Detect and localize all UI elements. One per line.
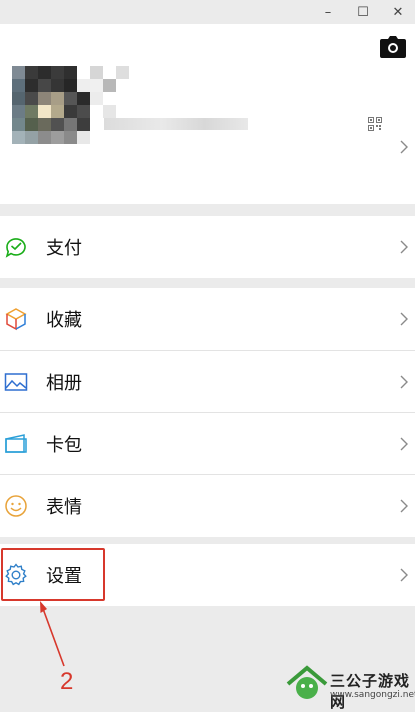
chevron-right-icon (400, 312, 408, 326)
nickname-blurred (104, 118, 248, 130)
menu-item-label: 相册 (46, 373, 82, 394)
menu-item-cards[interactable]: 卡包 (0, 413, 415, 475)
maximize-button[interactable]: ☐ (345, 0, 381, 24)
menu-item-pay[interactable]: 支付 (0, 216, 415, 278)
camera-icon[interactable] (380, 36, 406, 58)
menu-item-favorites[interactable]: 收藏 (0, 288, 415, 350)
menu-item-label: 收藏 (46, 310, 82, 331)
menu-item-label: 支付 (46, 238, 82, 259)
menu-item-label: 卡包 (46, 435, 82, 456)
minimize-button[interactable]: – (310, 0, 346, 24)
chevron-right-icon (400, 375, 408, 389)
chevron-right-icon (400, 437, 408, 451)
annotation-arrow (40, 601, 65, 667)
close-button[interactable]: ✕ (380, 0, 415, 24)
chevron-right-icon (400, 240, 408, 254)
window-titlebar: – ☐ ✕ (0, 0, 415, 24)
favorites-cube-icon (5, 308, 27, 331)
avatar[interactable] (12, 66, 130, 144)
watermark-logo-icon (286, 665, 328, 699)
card-package-icon (5, 434, 27, 453)
watermark-url: www.sangongzi.net (330, 690, 415, 700)
smiley-icon (5, 495, 27, 517)
menu-item-label: 表情 (46, 497, 82, 518)
annotation-step-number: 2 (60, 668, 74, 695)
annotation-highlight-box (1, 548, 105, 601)
profile-chevron-right-icon (400, 140, 408, 154)
menu-item-stickers[interactable]: 表情 (0, 475, 415, 537)
menu-item-album[interactable]: 相册 (0, 351, 415, 413)
wallet-icon (5, 238, 26, 258)
photo-album-icon (4, 373, 28, 391)
chevron-right-icon (400, 499, 408, 513)
chevron-right-icon (400, 568, 408, 582)
qr-code-icon[interactable] (368, 117, 382, 131)
